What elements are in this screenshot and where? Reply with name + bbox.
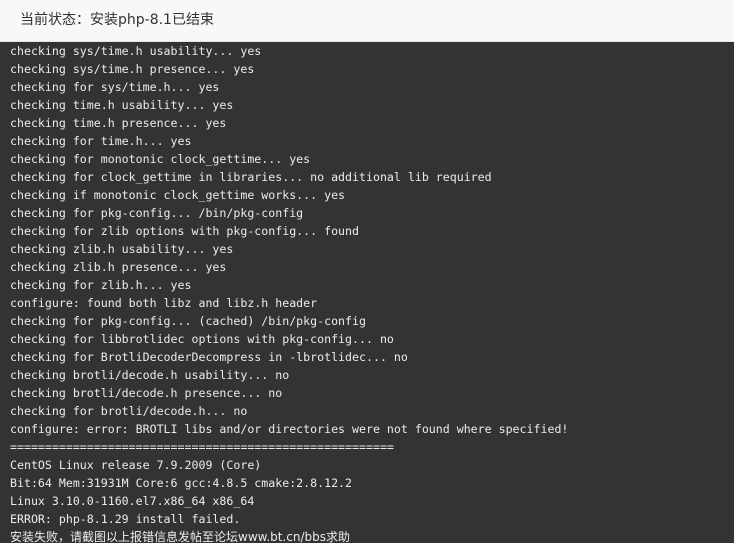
log-line: configure: found both libz and libz.h he…	[10, 296, 318, 310]
log-line: ERROR: php-8.1.29 install failed.	[10, 512, 241, 526]
log-line: checking time.h presence... yes	[10, 116, 227, 130]
log-line: checking sys/time.h presence... yes	[10, 62, 255, 76]
log-line: Linux 3.10.0-1160.el7.x86_64 x86_64	[10, 494, 255, 508]
install-status-text: 当前状态：安装php-8.1已结束	[20, 12, 214, 28]
log-line: configure: error: BROTLI libs and/or dir…	[10, 422, 569, 436]
log-line: checking for BrotliDecoderDecompress in …	[10, 350, 408, 364]
log-line: checking for zlib options with pkg-confi…	[10, 224, 360, 238]
log-lines: checking sys/time.h usability... yes chec…	[10, 42, 734, 543]
log-line: Bit:64 Mem:31931M Core:6 gcc:4.8.5 cmake…	[10, 476, 353, 490]
log-line: ========================================…	[10, 440, 394, 454]
log-line: checking for zlib.h... yes	[10, 278, 192, 292]
install-log-console[interactable]: checking sys/time.h usability... yes chec…	[0, 42, 734, 543]
log-line: checking time.h usability... yes	[10, 98, 234, 112]
log-line: checking for monotonic clock_gettime... …	[10, 152, 311, 166]
log-line: checking sys/time.h usability... yes	[10, 44, 262, 58]
log-line: CentOS Linux release 7.9.2009 (Core)	[10, 458, 262, 472]
log-line: checking zlib.h presence... yes	[10, 260, 227, 274]
log-line: checking for libbrotlidec options with p…	[10, 332, 394, 346]
log-line: checking brotli/decode.h presence... no	[10, 386, 283, 400]
log-line: checking brotli/decode.h usability... no	[10, 368, 290, 382]
status-header: 当前状态：安装php-8.1已结束	[0, 0, 734, 42]
log-line: 安装失败，请截图以上报错信息发帖至论坛www.bt.cn/bbs求助	[10, 530, 351, 543]
log-line: checking for pkg-config... /bin/pkg-conf…	[10, 206, 304, 220]
log-line: checking for time.h... yes	[10, 134, 192, 148]
log-line: checking if monotonic clock_gettime work…	[10, 188, 346, 202]
log-line: checking zlib.h usability... yes	[10, 242, 234, 256]
log-line: checking for pkg-config... (cached) /bin…	[10, 314, 366, 328]
log-line: checking for brotli/decode.h... no	[10, 404, 248, 418]
log-line: checking for sys/time.h... yes	[10, 80, 220, 94]
log-line: checking for clock_gettime in libraries.…	[10, 170, 492, 184]
